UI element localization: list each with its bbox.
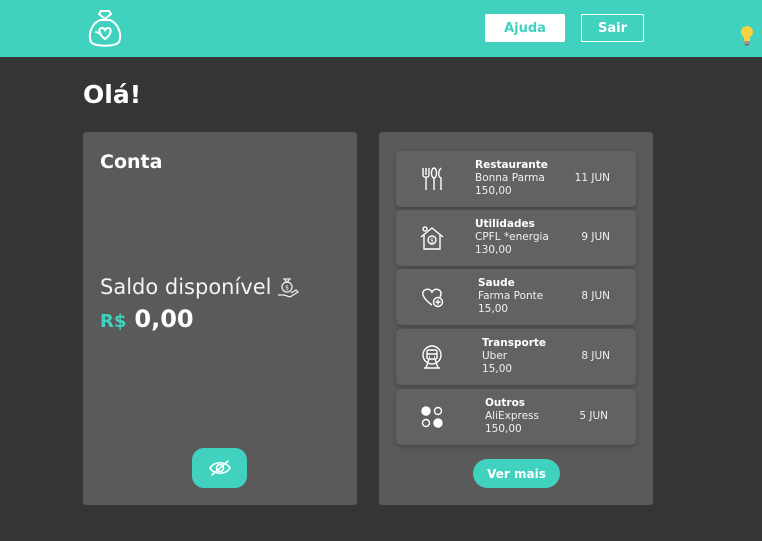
transaction-merchant: Farma Ponte	[478, 290, 544, 302]
svg-text:$: $	[430, 238, 434, 245]
transaction-amount: 150,00	[475, 185, 512, 197]
transaction-category: Restaurante	[475, 159, 548, 171]
transaction-details: Restaurante Bonna Parma 150,00	[475, 159, 548, 198]
transaction-details: Utilidades CPFL *energia 130,00	[475, 218, 549, 257]
lightbulb-icon[interactable]	[737, 24, 757, 46]
transaction-row[interactable]: $ Utilidades CPFL *energia 130,00 9 JUN	[396, 210, 636, 266]
transaction-category: Transporte	[482, 337, 547, 349]
balance-value-row: R$ 0,00	[100, 305, 194, 333]
balance-label: Saldo disponível	[100, 275, 272, 299]
transaction-merchant: Bonna Parma	[475, 172, 545, 184]
top-bar: Ajuda Sair	[0, 0, 762, 57]
see-more-button[interactable]: Ver mais	[473, 459, 560, 488]
toggle-balance-visibility-button[interactable]	[192, 448, 247, 488]
svg-text:$: $	[285, 285, 289, 292]
balance-label-row: Saldo disponível $	[100, 275, 300, 299]
transaction-row[interactable]: Outros AliExpress 150,00 5 JUN	[396, 389, 636, 445]
transaction-date: 11 JUN	[574, 172, 610, 184]
transaction-amount: 150,00	[485, 423, 522, 435]
logout-button[interactable]: Sair	[581, 14, 644, 42]
cutlery-icon	[422, 167, 442, 190]
money-hand-icon: $	[277, 278, 299, 298]
transaction-merchant: AliExpress	[485, 410, 540, 422]
transaction-date: 5 JUN	[579, 410, 608, 422]
transaction-amount: 130,00	[475, 244, 512, 256]
balance-amount: 0,00	[134, 305, 194, 333]
train-icon	[422, 345, 442, 369]
transaction-details: Saude Farma Ponte 15,00	[478, 277, 543, 316]
transaction-amount: 15,00	[478, 303, 509, 315]
transaction-row[interactable]: Saude Farma Ponte 15,00 8 JUN	[396, 269, 636, 325]
eye-off-icon	[208, 460, 231, 476]
currency-symbol: R$	[100, 311, 127, 332]
greeting-heading: Olá!	[83, 80, 142, 109]
transaction-date: 8 JUN	[581, 290, 610, 302]
transactions-card: Restaurante Bonna Parma 150,00 11 JUN $ …	[379, 132, 653, 505]
transaction-details: Outros AliExpress 150,00	[485, 397, 539, 436]
transaction-row[interactable]: Restaurante Bonna Parma 150,00 11 JUN	[396, 151, 636, 207]
transaction-details: Transporte Uber 15,00	[482, 337, 546, 376]
transaction-category: Saude	[478, 277, 515, 289]
account-title: Conta	[100, 151, 163, 173]
transaction-category: Outros	[485, 397, 526, 409]
transaction-date: 8 JUN	[581, 350, 610, 362]
house-bill-icon: $	[420, 226, 444, 250]
transaction-amount: 15,00	[482, 363, 513, 375]
transaction-row[interactable]: Transporte Uber 15,00 8 JUN	[396, 329, 636, 385]
dots-grid-icon	[421, 406, 443, 428]
heart-health-icon	[422, 288, 444, 308]
account-card: Conta Saldo disponível $ R$ 0,00	[83, 132, 357, 505]
money-bag-heart-icon[interactable]	[84, 8, 126, 50]
transaction-merchant: CPFL *energia	[475, 231, 549, 243]
help-button[interactable]: Ajuda	[485, 14, 565, 42]
transaction-date: 9 JUN	[581, 231, 610, 243]
transaction-merchant: Uber	[482, 350, 508, 362]
transaction-category: Utilidades	[475, 218, 535, 230]
